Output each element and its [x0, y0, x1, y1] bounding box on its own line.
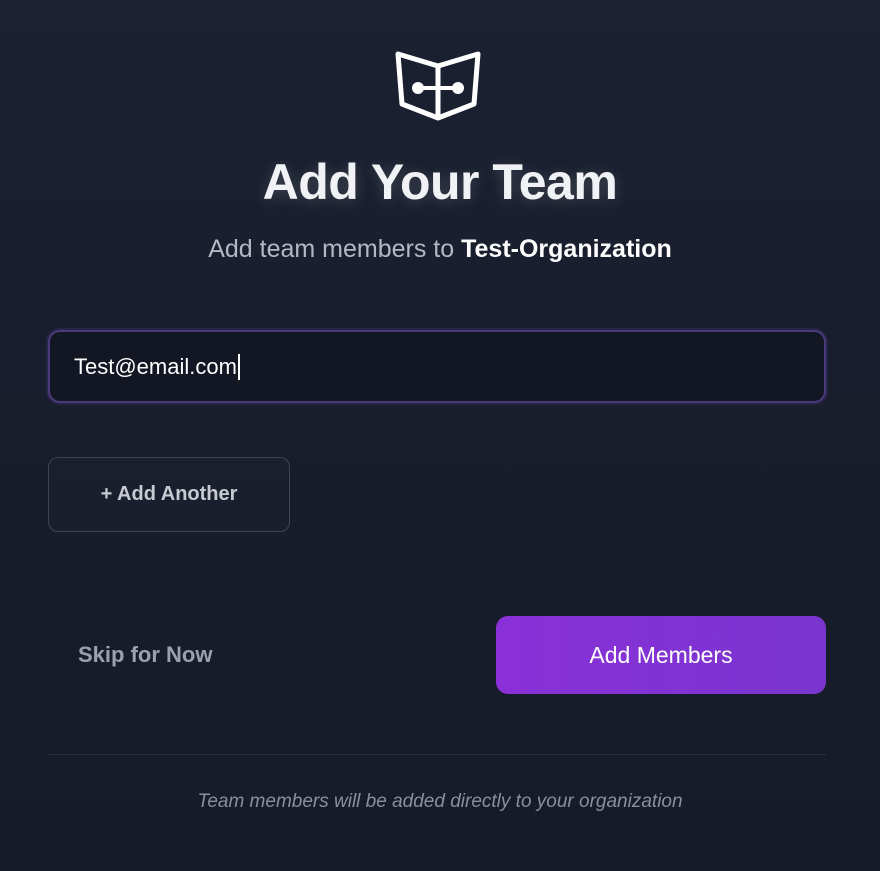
email-field[interactable]: Test@email.com [48, 330, 826, 403]
add-another-button[interactable]: + Add Another [48, 457, 290, 532]
page-title: Add Your Team [262, 154, 618, 210]
text-caret [237, 353, 240, 380]
add-members-button[interactable]: Add Members [496, 616, 826, 694]
organization-name: Test-Organization [461, 235, 672, 263]
app-logo [390, 46, 486, 124]
divider [48, 754, 826, 755]
skip-button[interactable]: Skip for Now [78, 640, 212, 670]
page-subtitle: Add team members to Test-Organization [0, 233, 880, 265]
email-value: Test@email.com [74, 353, 237, 379]
book-network-icon [395, 51, 481, 121]
subtitle-prefix: Add team members to [208, 235, 462, 263]
footer-note: Team members will be added directly to y… [197, 791, 683, 812]
